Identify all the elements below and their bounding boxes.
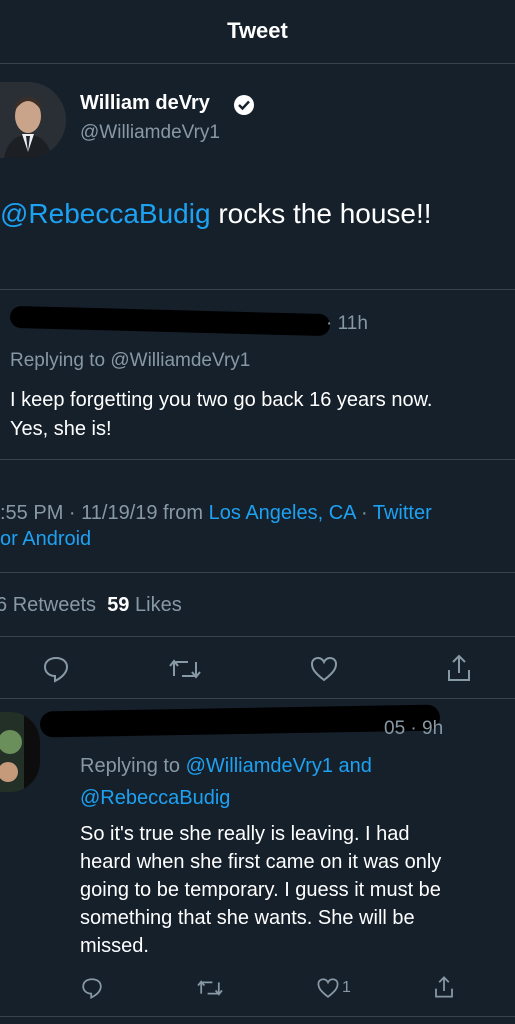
- like-icon[interactable]: [309, 654, 339, 684]
- verified-icon: [233, 94, 255, 116]
- retweet-icon[interactable]: [168, 654, 202, 684]
- reply-bottom-divider: [0, 1016, 515, 1017]
- reply-text-line: something that she wants. She will be: [80, 907, 415, 929]
- tweet-client-link[interactable]: Twitter: [373, 502, 432, 524]
- replying-handle[interactable]: @WilliamdeVry1: [186, 755, 333, 777]
- reply-icon[interactable]: [80, 976, 104, 1000]
- like-icon: [316, 976, 340, 1000]
- replying-handle[interactable]: @RebeccaBudig: [80, 782, 372, 814]
- tweet-client-link-cont[interactable]: or Android: [0, 528, 91, 551]
- tweet-timestamp: :55 PM · 11/19/19 from: [0, 502, 209, 524]
- likes-count[interactable]: 59: [107, 594, 129, 616]
- quote-text-line: Yes, she is!: [10, 418, 112, 440]
- author-name[interactable]: William deVry: [80, 92, 210, 115]
- meta-divider: [0, 572, 515, 573]
- quote-replying-to: Replying to @WilliamdeVry1: [10, 350, 250, 372]
- tweet-text-rest: rocks the house!!: [210, 198, 432, 229]
- meta-separator: ·: [355, 502, 373, 524]
- reply-time: 05 · 9h: [384, 718, 444, 739]
- retweets-count[interactable]: 6: [0, 594, 7, 616]
- author-avatar[interactable]: [0, 82, 66, 158]
- reply-text-line: missed.: [80, 935, 149, 957]
- retweets-label[interactable]: Retweets: [13, 594, 96, 616]
- stats-divider: [0, 636, 515, 637]
- reply-text-line: So it's true she really is leaving. I ha…: [80, 823, 410, 845]
- quote-text-line: I keep forgetting you two go back 16 yea…: [10, 389, 433, 411]
- quote-top-border: [0, 289, 515, 290]
- replying-and: and: [333, 755, 372, 777]
- header-divider: [0, 63, 515, 64]
- quote-text: I keep forgetting you two go back 16 yea…: [10, 386, 432, 444]
- tweet-location-link[interactable]: Los Angeles, CA: [209, 502, 356, 524]
- redacted-scribble: [9, 305, 331, 337]
- tweet-mention[interactable]: @RebeccaBudig: [0, 198, 211, 229]
- reply-avatar[interactable]: [0, 712, 40, 792]
- page-title: Tweet: [227, 18, 288, 43]
- retweet-icon[interactable]: [196, 976, 224, 1000]
- reply-icon[interactable]: [41, 654, 71, 684]
- like-count: 1: [342, 979, 351, 996]
- replying-handle[interactable]: @WilliamdeVry1: [110, 350, 250, 371]
- actions-divider: [0, 698, 515, 699]
- redacted-scribble: [39, 704, 441, 738]
- replying-prefix: Replying to: [80, 755, 186, 777]
- quote-bottom-border: [0, 459, 515, 460]
- reply-text-line: going to be temporary. I guess it must b…: [80, 879, 441, 901]
- tweet-meta: :55 PM · 11/19/19 from Los Angeles, CA ·…: [0, 498, 432, 528]
- replying-prefix: Replying to: [10, 350, 111, 371]
- quote-time: · 11h: [326, 313, 368, 334]
- share-icon[interactable]: [444, 652, 474, 684]
- reply-text: So it's true she really is leaving. I ha…: [80, 820, 441, 960]
- share-icon[interactable]: [432, 974, 456, 1000]
- reply-replying-to: Replying to @WilliamdeVry1 and @RebeccaB…: [80, 750, 372, 814]
- likes-label[interactable]: Likes: [135, 594, 182, 616]
- like-button[interactable]: 1: [316, 976, 351, 1000]
- tweet-stats: 6 Retweets 59 Likes: [0, 594, 182, 617]
- author-handle[interactable]: @WilliamdeVry1: [80, 122, 220, 144]
- tweet-text: @RebeccaBudig rocks the house!!: [0, 198, 432, 230]
- reply-text-line: heard when she first came on it was only: [80, 851, 442, 873]
